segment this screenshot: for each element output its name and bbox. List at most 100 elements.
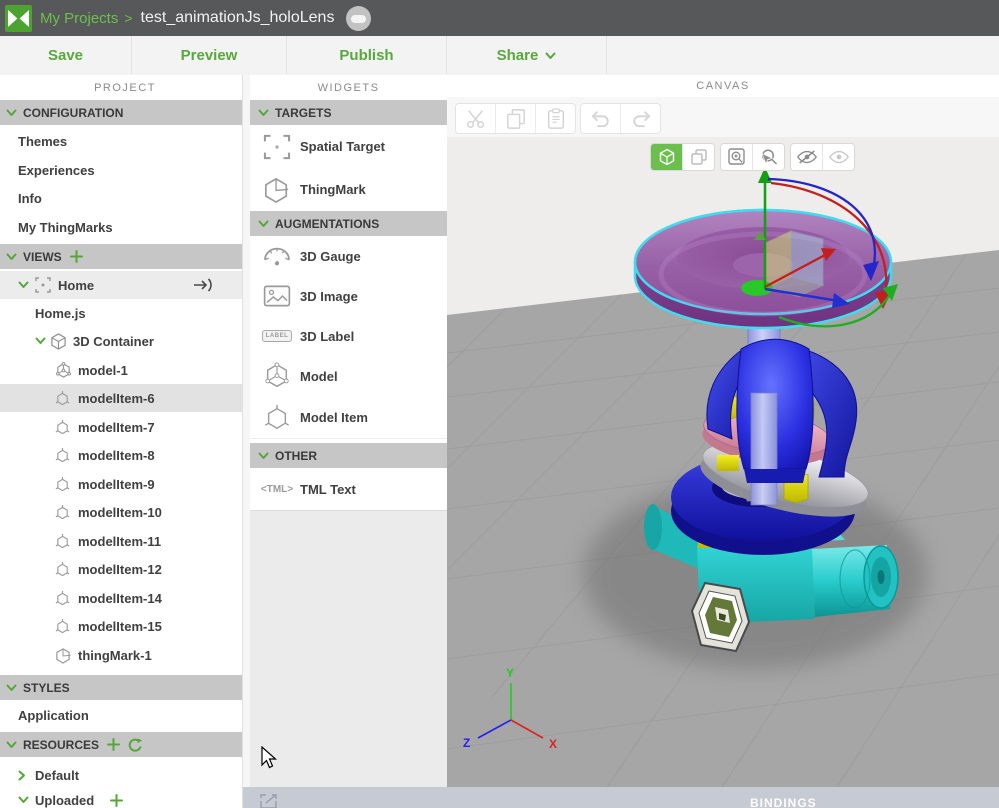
tree-item-modelitem-11[interactable]: modelItem-11 xyxy=(0,527,243,555)
tree-item-label: Home.js xyxy=(35,306,86,321)
section-views[interactable]: VIEWS xyxy=(0,244,243,269)
chevron-right-icon[interactable] xyxy=(18,770,26,781)
tree-item-modelitem-6[interactable]: modelItem-6 xyxy=(0,384,243,412)
widget-thingmark[interactable]: ThingMark xyxy=(250,168,447,212)
section-configuration[interactable]: CONFIGURATION xyxy=(0,100,243,125)
widget-spatial-target[interactable]: Spatial Target xyxy=(250,125,447,169)
tree-item-modelitem-8[interactable]: modelItem-8 xyxy=(0,441,243,469)
tree-item-thingmark-1[interactable]: thingMark-1 xyxy=(0,641,243,669)
bindings-panel-header[interactable]: BINDINGS xyxy=(243,787,999,808)
section-other[interactable]: OTHER xyxy=(250,443,447,468)
spatial-target-icon xyxy=(260,134,294,160)
thingmark-icon xyxy=(55,647,71,664)
user-avatar[interactable] xyxy=(346,6,371,31)
section-styles[interactable]: STYLES xyxy=(0,675,243,700)
tree-item-label: 3D Container xyxy=(73,334,154,349)
copy-icon xyxy=(506,108,526,130)
tree-item-modelitem-14[interactable]: modelItem-14 xyxy=(0,584,243,612)
model-item-icon xyxy=(55,419,70,436)
project-item-application[interactable]: Application xyxy=(0,701,243,729)
redo-button[interactable] xyxy=(621,104,660,133)
share-button[interactable]: Share xyxy=(447,36,607,74)
widget-label: ThingMark xyxy=(300,182,366,197)
widget-label: Model xyxy=(300,369,338,384)
thingmark-sticker[interactable] xyxy=(692,583,749,651)
widgets-empty-area xyxy=(250,510,447,808)
widget-3d-gauge[interactable]: 3D Gauge xyxy=(250,236,447,277)
refresh-resources-button[interactable] xyxy=(128,738,143,752)
widget-3d-label[interactable]: LABEL 3D Label xyxy=(250,316,447,357)
tree-item-modelitem-9[interactable]: modelItem-9 xyxy=(0,470,243,498)
project-item-experiences[interactable]: Experiences xyxy=(0,156,243,184)
tree-item-modelitem-10[interactable]: modelItem-10 xyxy=(0,498,243,526)
breadcrumb-separator: > xyxy=(124,10,132,26)
section-resources[interactable]: RESOURCES xyxy=(0,732,243,757)
tree-item-modelitem-12[interactable]: modelItem-12 xyxy=(0,555,243,583)
bindings-label: BINDINGS xyxy=(750,796,817,808)
tree-item-label: Home xyxy=(58,278,94,293)
widget-model-item[interactable]: Model Item xyxy=(250,396,447,439)
tree-item-home-js[interactable]: Home.js xyxy=(0,299,243,327)
chevron-down-icon[interactable] xyxy=(35,337,46,345)
project-item-themes[interactable]: Themes xyxy=(0,127,243,155)
tree-item-resources-uploaded[interactable]: Uploaded xyxy=(0,786,243,808)
view-2d-button[interactable] xyxy=(683,144,714,170)
add-view-button[interactable] xyxy=(70,250,83,263)
paste-button[interactable] xyxy=(536,104,575,133)
thingmark-icon xyxy=(260,176,294,204)
project-panel: PROJECT CONFIGURATION Themes Experiences… xyxy=(0,75,251,808)
tree-item-modelitem-7[interactable]: modelItem-7 xyxy=(0,413,243,441)
cut-button[interactable] xyxy=(456,104,496,133)
tree-item-model-1[interactable]: model-1 xyxy=(0,356,243,384)
vuforia-logo-icon[interactable] xyxy=(5,5,32,32)
zoom-region-button[interactable] xyxy=(721,144,753,170)
label-3d-icon: LABEL xyxy=(260,330,294,342)
section-augmentations[interactable]: AUGMENTATIONS xyxy=(250,211,447,236)
widget-3d-image[interactable]: 3D Image xyxy=(250,276,447,317)
view-3d-button[interactable] xyxy=(651,144,683,170)
section-label: RESOURCES xyxy=(23,738,99,752)
canvas-title: CANVAS xyxy=(447,75,999,98)
redo-icon xyxy=(630,110,652,128)
zoom-select-button[interactable] xyxy=(753,144,784,170)
expand-icon[interactable] xyxy=(260,794,277,808)
action-menu-bar: Save Preview Publish Share xyxy=(0,36,999,76)
hide-button[interactable] xyxy=(791,144,823,170)
chevron-down-icon[interactable] xyxy=(18,281,29,289)
3d-scene[interactable]: Y Z X xyxy=(447,137,999,787)
tree-item-3d-container[interactable]: 3D Container xyxy=(0,327,243,355)
3d-viewport[interactable]: Y Z X xyxy=(447,137,999,787)
tree-item-label: modelItem-14 xyxy=(78,591,162,606)
preview-button[interactable]: Preview xyxy=(132,36,287,74)
tml-text-icon: <TML> xyxy=(260,484,294,495)
widget-tml-text[interactable]: <TML> TML Text xyxy=(250,468,447,511)
enter-view-arrow-icon[interactable] xyxy=(193,278,215,292)
project-scrollbar[interactable] xyxy=(242,75,250,808)
handwheel-selected[interactable] xyxy=(635,210,891,328)
widget-model[interactable]: Model xyxy=(250,356,447,397)
undo-button[interactable] xyxy=(581,104,621,133)
tree-item-modelitem-15[interactable]: modelItem-15 xyxy=(0,612,243,640)
eye-on-icon xyxy=(828,149,850,165)
project-item-my-thingmarks[interactable]: My ThingMarks xyxy=(0,213,243,241)
save-button[interactable]: Save xyxy=(0,36,132,74)
tree-item-home[interactable]: Home xyxy=(0,271,243,299)
model-item-icon xyxy=(55,390,70,407)
copy-button[interactable] xyxy=(496,104,536,133)
add-uploaded-button[interactable] xyxy=(110,794,123,807)
share-label: Share xyxy=(497,47,539,64)
tree-item-label: modelItem-15 xyxy=(78,619,162,634)
section-label: STYLES xyxy=(23,681,70,695)
section-targets[interactable]: TARGETS xyxy=(250,100,447,125)
publish-button[interactable]: Publish xyxy=(287,36,447,74)
breadcrumb-project-name: test_animationJs_holoLens xyxy=(141,9,335,27)
chevron-down-icon xyxy=(258,109,269,117)
add-resource-button[interactable] xyxy=(107,738,120,751)
app-top-bar: My Projects > test_animationJs_holoLens xyxy=(0,0,999,36)
show-button[interactable] xyxy=(823,144,854,170)
chevron-down-icon[interactable] xyxy=(18,796,29,804)
project-item-info[interactable]: Info xyxy=(0,184,243,212)
breadcrumb-root[interactable]: My Projects xyxy=(40,10,118,27)
tree-item-resources-default[interactable]: Default xyxy=(0,761,243,789)
model-item-icon xyxy=(260,403,294,432)
